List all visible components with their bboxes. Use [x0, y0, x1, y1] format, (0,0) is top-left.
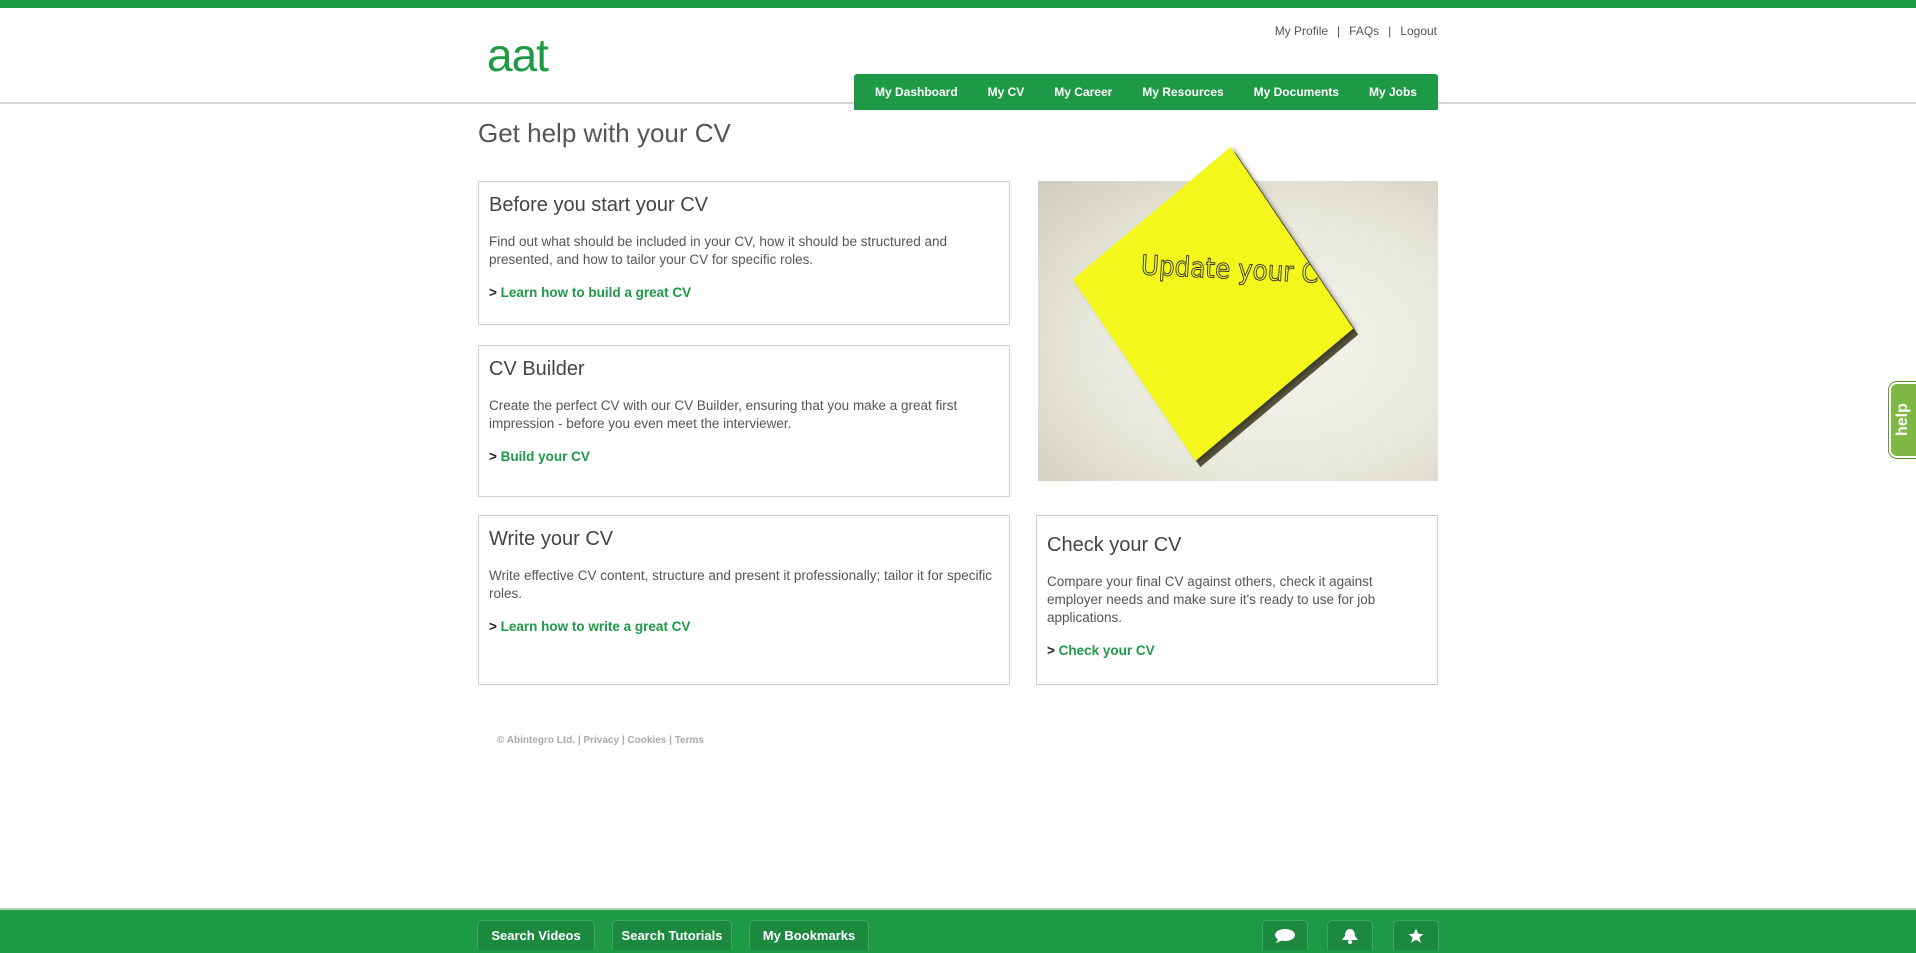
top-accent-stripe: [0, 0, 1916, 8]
write-your-cv-card: Write your CV Write effective CV content…: [478, 515, 1010, 685]
search-tutorials-button[interactable]: Search Tutorials: [612, 920, 732, 950]
learn-write-cv-link[interactable]: Learn how to write a great CV: [501, 619, 691, 634]
site-header: aat My Profile | FAQs | Logout My Dashboard …: [0, 8, 1916, 110]
card-title: Write your CV: [489, 528, 614, 550]
my-bookmarks-button[interactable]: My Bookmarks: [749, 920, 869, 950]
card-title: Check your CV: [1047, 534, 1182, 556]
before-you-start-card: Before you start your CV Find out what s…: [478, 181, 1010, 325]
separator: |: [1388, 24, 1392, 38]
link-prefix: >: [489, 285, 497, 300]
faqs-link[interactable]: FAQs: [1349, 24, 1379, 38]
help-label: help: [1894, 403, 1911, 436]
nav-my-career[interactable]: My Career: [1054, 85, 1112, 99]
star-icon[interactable]: [1393, 920, 1439, 950]
search-videos-button[interactable]: Search Videos: [477, 920, 595, 950]
nav-my-documents[interactable]: My Documents: [1254, 85, 1339, 99]
card-description: Compare your final CV against others, ch…: [1047, 574, 1376, 625]
chat-icon[interactable]: [1262, 920, 1308, 950]
nav-my-jobs[interactable]: My Jobs: [1369, 85, 1417, 99]
card-link-row: > Build your CV: [489, 449, 999, 464]
link-prefix: >: [489, 449, 497, 464]
nav-my-resources[interactable]: My Resources: [1142, 85, 1223, 99]
learn-build-cv-link[interactable]: Learn how to build a great CV: [501, 285, 692, 300]
card-link-row: > Learn how to build a great CV: [489, 285, 999, 300]
cv-builder-card: CV Builder Create the perfect CV with ou…: [478, 345, 1010, 497]
main-navigation: My Dashboard My CV My Career My Resource…: [854, 74, 1438, 110]
nav-my-cv[interactable]: My CV: [988, 85, 1025, 99]
card-link-row: > Check your CV: [1047, 643, 1427, 658]
check-your-cv-card: Check your CV Compare your final CV agai…: [1036, 515, 1438, 685]
privacy-link[interactable]: Privacy: [583, 735, 619, 746]
copyright-text: © Abintegro Ltd.: [497, 735, 576, 746]
page-title: Get help with your CV: [478, 118, 731, 148]
card-title: Before you start your CV: [489, 194, 708, 216]
bottom-toolbar: Search Videos Search Tutorials My Bookma…: [0, 908, 1916, 953]
link-prefix: >: [1047, 643, 1055, 658]
cookies-link[interactable]: Cookies: [627, 735, 666, 746]
build-your-cv-link[interactable]: Build your CV: [501, 449, 590, 464]
aat-logo[interactable]: aat: [487, 29, 549, 81]
logo-text: aat: [487, 29, 549, 81]
my-profile-link[interactable]: My Profile: [1275, 24, 1328, 38]
link-prefix: >: [489, 619, 497, 634]
help-tab[interactable]: help: [1889, 382, 1916, 458]
card-link-row: > Learn how to write a great CV: [489, 619, 999, 634]
separator: |: [1337, 24, 1341, 38]
logout-link[interactable]: Logout: [1400, 24, 1437, 38]
utility-links: My Profile | FAQs | Logout: [1275, 24, 1437, 38]
card-title: CV Builder: [489, 358, 585, 380]
card-description: Find out what should be included in your…: [489, 234, 948, 267]
card-description: Create the perfect CV with our CV Builde…: [489, 398, 958, 431]
notification-bell-icon[interactable]: [1327, 920, 1373, 950]
card-description: Write effective CV content, structure an…: [489, 568, 992, 601]
footer-copyright: © Abintegro Ltd. | Privacy | Cookies | T…: [497, 735, 704, 746]
terms-link[interactable]: Terms: [675, 735, 704, 746]
nav-my-dashboard[interactable]: My Dashboard: [875, 85, 958, 99]
check-your-cv-link[interactable]: Check your CV: [1059, 643, 1155, 658]
